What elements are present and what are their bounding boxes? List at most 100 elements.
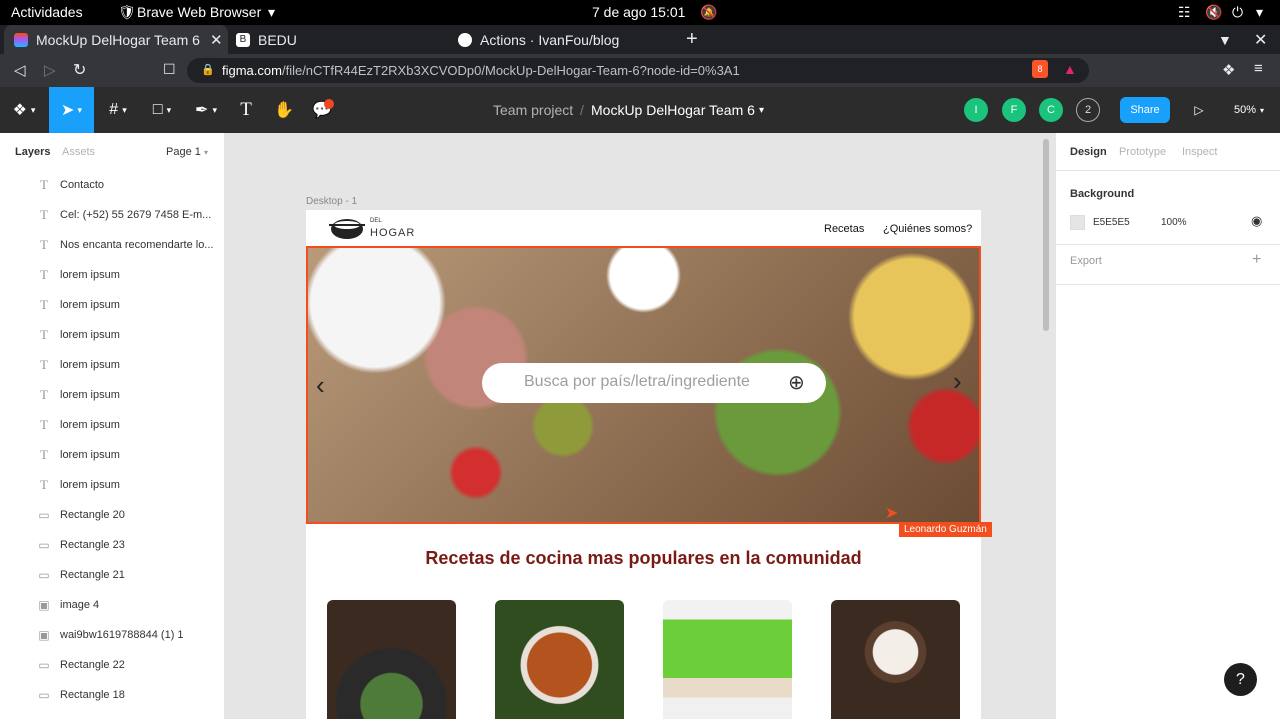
canvas[interactable]: Desktop - 1 DEL HOGAR Recetas ¿Quiénes s… <box>225 133 1055 719</box>
bookmark-icon[interactable]: ☐ <box>163 61 176 78</box>
layer-row[interactable]: T Contacto <box>0 170 224 200</box>
search-input[interactable]: Busca por país/letra/ingrediente ⊕ <box>482 363 826 403</box>
layer-row[interactable]: Tlorem ipsum <box>0 260 224 290</box>
window-close-icon[interactable]: ✕ <box>1254 25 1267 54</box>
file-name[interactable]: MockUp DelHogar Team 6 <box>591 87 755 133</box>
add-export-icon[interactable]: + <box>1252 251 1261 269</box>
page-selector[interactable]: Page 1 ▾ <box>166 146 208 158</box>
layer-row[interactable]: ▣ image 4 <box>0 590 224 620</box>
network-icon[interactable]: ☷ <box>1178 4 1191 21</box>
hand-tool-icon[interactable]: ✋ <box>266 87 302 133</box>
chevron-down-icon: ▾ <box>268 4 276 20</box>
layer-row[interactable]: Tlorem ipsum <box>0 440 224 470</box>
activities-button[interactable]: Actividades <box>11 4 83 20</box>
clock[interactable]: 7 de ago 15:01 <box>592 4 685 20</box>
layer-row[interactable]: T Nos encanta recomendarte lo... <box>0 230 224 260</box>
tab-label: MockUp DelHogar Team 6 - <box>36 31 204 48</box>
app-menu[interactable]: Brave Web Browser <box>137 4 261 20</box>
comment-tool-icon[interactable]: 💬 <box>304 87 340 133</box>
share-button[interactable]: Share <box>1120 97 1170 123</box>
brave-shield-icon[interactable]: 8 <box>1032 60 1048 78</box>
avatar-overflow[interactable]: 2 <box>1076 98 1100 122</box>
text-tool-icon[interactable]: T <box>228 87 264 133</box>
tab-search-icon[interactable]: ▼ <box>1218 25 1232 54</box>
frame-tool-icon[interactable]: # ▾ <box>96 87 140 133</box>
layer-label: lorem ipsum <box>60 449 120 461</box>
zoom-control[interactable]: 50% ▾ <box>1234 87 1264 133</box>
layer-row[interactable]: ▭ Rectangle 21 <box>0 560 224 590</box>
pen-tool-icon[interactable]: ✒ ▾ <box>184 87 228 133</box>
layer-row[interactable]: ▭ Rectangle 18 <box>0 680 224 710</box>
power-icon[interactable]: ⏻ <box>1232 4 1243 21</box>
tab-assets[interactable]: Assets <box>62 146 95 158</box>
breadcrumb-team[interactable]: Team project <box>493 87 573 133</box>
close-icon[interactable]: ✕ <box>210 31 223 49</box>
recipe-card[interactable] <box>495 600 624 719</box>
move-tool-icon[interactable]: ➤ ▾ <box>49 87 94 133</box>
layer-row[interactable]: T Cel: (+52) 55 2679 7458 E-m... <box>0 200 224 230</box>
avatar[interactable]: F <box>1002 98 1026 122</box>
layer-row[interactable]: ▭ Rectangle 22 <box>0 650 224 680</box>
forward-icon[interactable]: ▷ <box>44 61 56 79</box>
search-placeholder: Busca por país/letra/ingrediente <box>524 373 750 390</box>
tab-mockup[interactable]: MockUp DelHogar Team 6 - ✕ <box>4 25 228 54</box>
help-button[interactable]: ? <box>1224 663 1257 696</box>
menu-icon[interactable]: ≡ <box>1254 60 1263 77</box>
tab-inspect[interactable]: Inspect <box>1182 146 1217 158</box>
tab-github[interactable]: Actions · IvanFou/blog <box>458 25 668 54</box>
frame-label[interactable]: Desktop - 1 <box>306 196 357 207</box>
layer-row[interactable]: Tlorem ipsum <box>0 350 224 380</box>
export-section: Export + <box>1056 245 1280 285</box>
nav-recetas[interactable]: Recetas <box>824 223 864 235</box>
tab-prototype[interactable]: Prototype <box>1119 146 1166 158</box>
present-icon[interactable]: ▷ <box>1190 87 1208 133</box>
tab-layers[interactable]: Layers <box>15 146 50 158</box>
vertical-scrollbar[interactable] <box>1043 139 1049 331</box>
text-layer-icon: T <box>40 267 48 282</box>
layer-row[interactable]: ▣ wai9bw1619788844 (1) 1 <box>0 620 224 650</box>
carousel-next-icon[interactable]: › <box>953 366 962 397</box>
layer-row[interactable]: Tlorem ipsum <box>0 290 224 320</box>
reload-icon[interactable]: ↻ <box>73 60 86 80</box>
layer-row[interactable]: Tlorem ipsum <box>0 410 224 440</box>
layer-label: Contacto <box>60 179 105 191</box>
text-layer-icon: T <box>40 447 48 462</box>
color-swatch[interactable] <box>1070 215 1085 230</box>
avatar[interactable]: I <box>964 98 988 122</box>
layer-row[interactable]: Tlorem ipsum <box>0 320 224 350</box>
shape-tool-icon[interactable]: □ ▾ <box>140 87 184 133</box>
layer-row[interactable]: ▭ Rectangle 20 <box>0 500 224 530</box>
desktop-frame[interactable]: DEL HOGAR Recetas ¿Quiénes somos? ‹ › Bu… <box>306 210 981 719</box>
layer-row[interactable]: ▭ Rectangle 23 <box>0 530 224 560</box>
properties-tabs: Design Prototype Inspect <box>1056 133 1280 171</box>
carousel-prev-icon[interactable]: ‹ <box>316 370 325 401</box>
recipe-card[interactable] <box>663 600 792 719</box>
new-tab-button[interactable]: + <box>686 25 698 54</box>
tab-bedu[interactable]: B BEDU <box>236 25 446 54</box>
search-icon[interactable]: ⊕ <box>788 370 805 395</box>
bedu-favicon-icon: B <box>236 32 250 47</box>
text-layer-icon: T <box>40 417 48 432</box>
main-menu-icon[interactable]: ❖ ▾ <box>0 87 48 133</box>
recipe-card[interactable] <box>327 600 456 719</box>
eye-icon[interactable]: ◉ <box>1251 213 1262 229</box>
back-icon[interactable]: ◁ <box>14 61 26 79</box>
layer-label: lorem ipsum <box>60 269 120 281</box>
hero-image[interactable]: ‹ › Busca por país/letra/ingrediente ⊕ <box>306 246 981 524</box>
avatar[interactable]: C <box>1039 98 1063 122</box>
layer-row[interactable]: Tlorem ipsum <box>0 470 224 500</box>
url-path: /file/nCTfR44EzT2RXb3XCVODp0/MockUp-DelH… <box>281 63 740 78</box>
background-opacity[interactable]: 100% <box>1161 217 1187 228</box>
chevron-down-icon[interactable]: ▾ <box>759 87 764 133</box>
extensions-icon[interactable]: ❖ <box>1222 61 1235 79</box>
nav-quienes-somos[interactable]: ¿Quiénes somos? <box>883 223 972 235</box>
brave-rewards-icon[interactable]: ▲ <box>1063 61 1077 77</box>
recipe-card[interactable] <box>831 600 960 719</box>
url-field[interactable]: 🔒 figma.com/file/nCTfR44EzT2RXb3XCVODp0/… <box>187 58 1089 83</box>
rectangle-layer-icon: ▭ <box>38 538 50 552</box>
tab-design[interactable]: Design <box>1070 146 1107 158</box>
background-hex[interactable]: E5E5E5 <box>1093 217 1130 228</box>
rectangle-layer-icon: ▭ <box>38 688 50 702</box>
volume-muted-icon[interactable]: 🔇 <box>1205 4 1222 21</box>
layer-row[interactable]: Tlorem ipsum <box>0 380 224 410</box>
